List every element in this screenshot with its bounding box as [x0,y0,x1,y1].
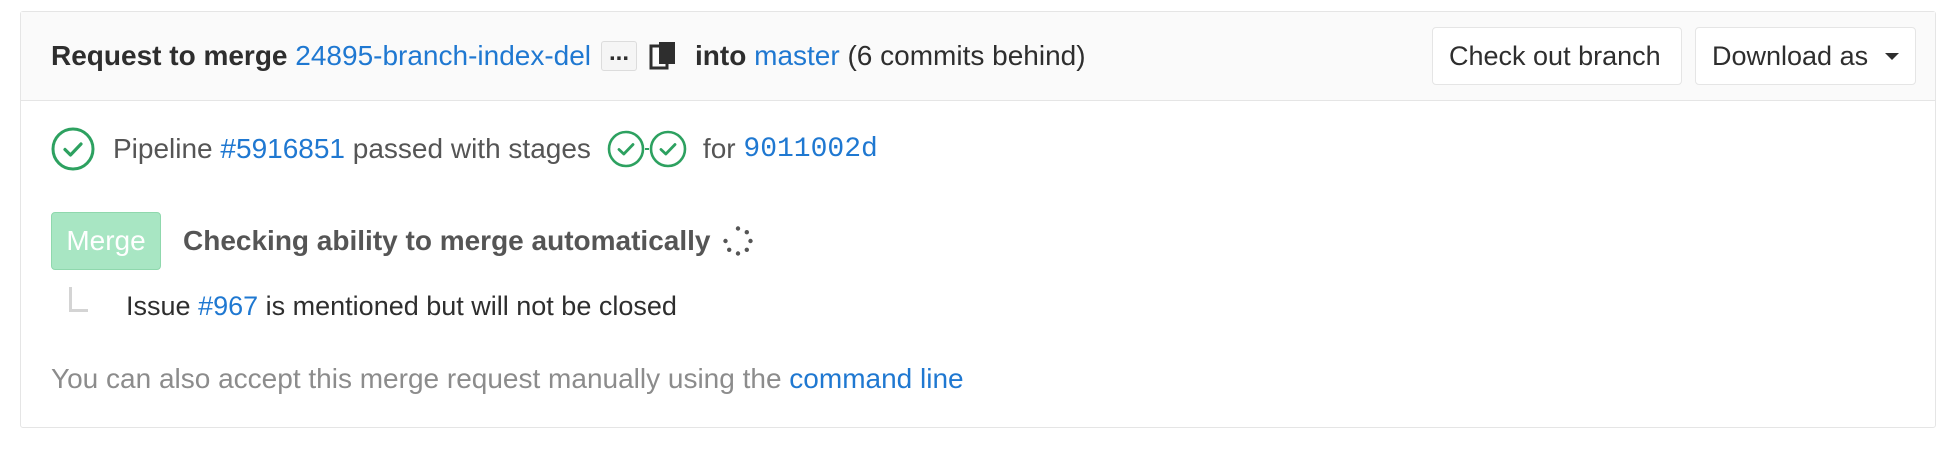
expand-branch-button[interactable]: ... [601,41,638,71]
check-out-branch-label: Check out branch [1449,40,1661,71]
clipboard-icon[interactable] [649,40,677,72]
for-label: for [702,133,736,164]
caret-down-icon [1885,52,1899,60]
pipeline-label: Pipeline [113,133,213,164]
merge-request-title: Request to merge 24895-branch-index-del … [51,40,1086,72]
download-as-dropdown[interactable]: Download as [1695,27,1916,85]
check-out-branch-button[interactable]: Check out branch [1432,27,1682,85]
source-branch-link[interactable]: 24895-branch-index-del [295,40,591,72]
manual-merge-hint: You can also accept this merge request m… [51,363,964,395]
issue-suffix: is mentioned but will not be closed [265,291,677,321]
pipeline-status-text: passed with stages [352,133,591,164]
commit-sha-link[interactable]: 9011002d [743,134,877,165]
spinner-icon [723,226,754,256]
stage-success-icon[interactable] [649,130,687,168]
into-label: into [695,40,747,71]
mr-widget-heading: Request to merge 24895-branch-index-del … [21,12,1935,101]
merge-button[interactable]: Merge [51,212,161,270]
manual-merge-text: You can also accept this merge request m… [51,363,782,394]
status-success-icon[interactable] [51,127,95,171]
merge-request-widget: Request to merge 24895-branch-index-del … [20,11,1936,428]
pipeline-id-link[interactable]: #5916851 [220,133,345,165]
issue-link[interactable]: #967 [198,291,258,322]
merge-status: Merge Checking ability to merge automati… [51,212,754,270]
title-prefix: Request to merge [51,40,288,71]
command-line-link[interactable]: command line [789,363,963,394]
download-as-label: Download as [1712,40,1869,71]
target-branch-link[interactable]: master [754,40,840,72]
tree-elbow-icon [69,287,88,312]
pipeline-status: Pipeline #5916851 passed with stages for… [51,127,878,171]
commits-behind: (6 commits behind) [847,40,1086,71]
merge-check-text: Checking ability to merge automatically [183,225,711,256]
stage-success-icon[interactable] [607,130,645,168]
related-issues: Issue #967 is mentioned but will not be … [69,287,677,322]
issue-prefix: Issue [126,291,191,321]
